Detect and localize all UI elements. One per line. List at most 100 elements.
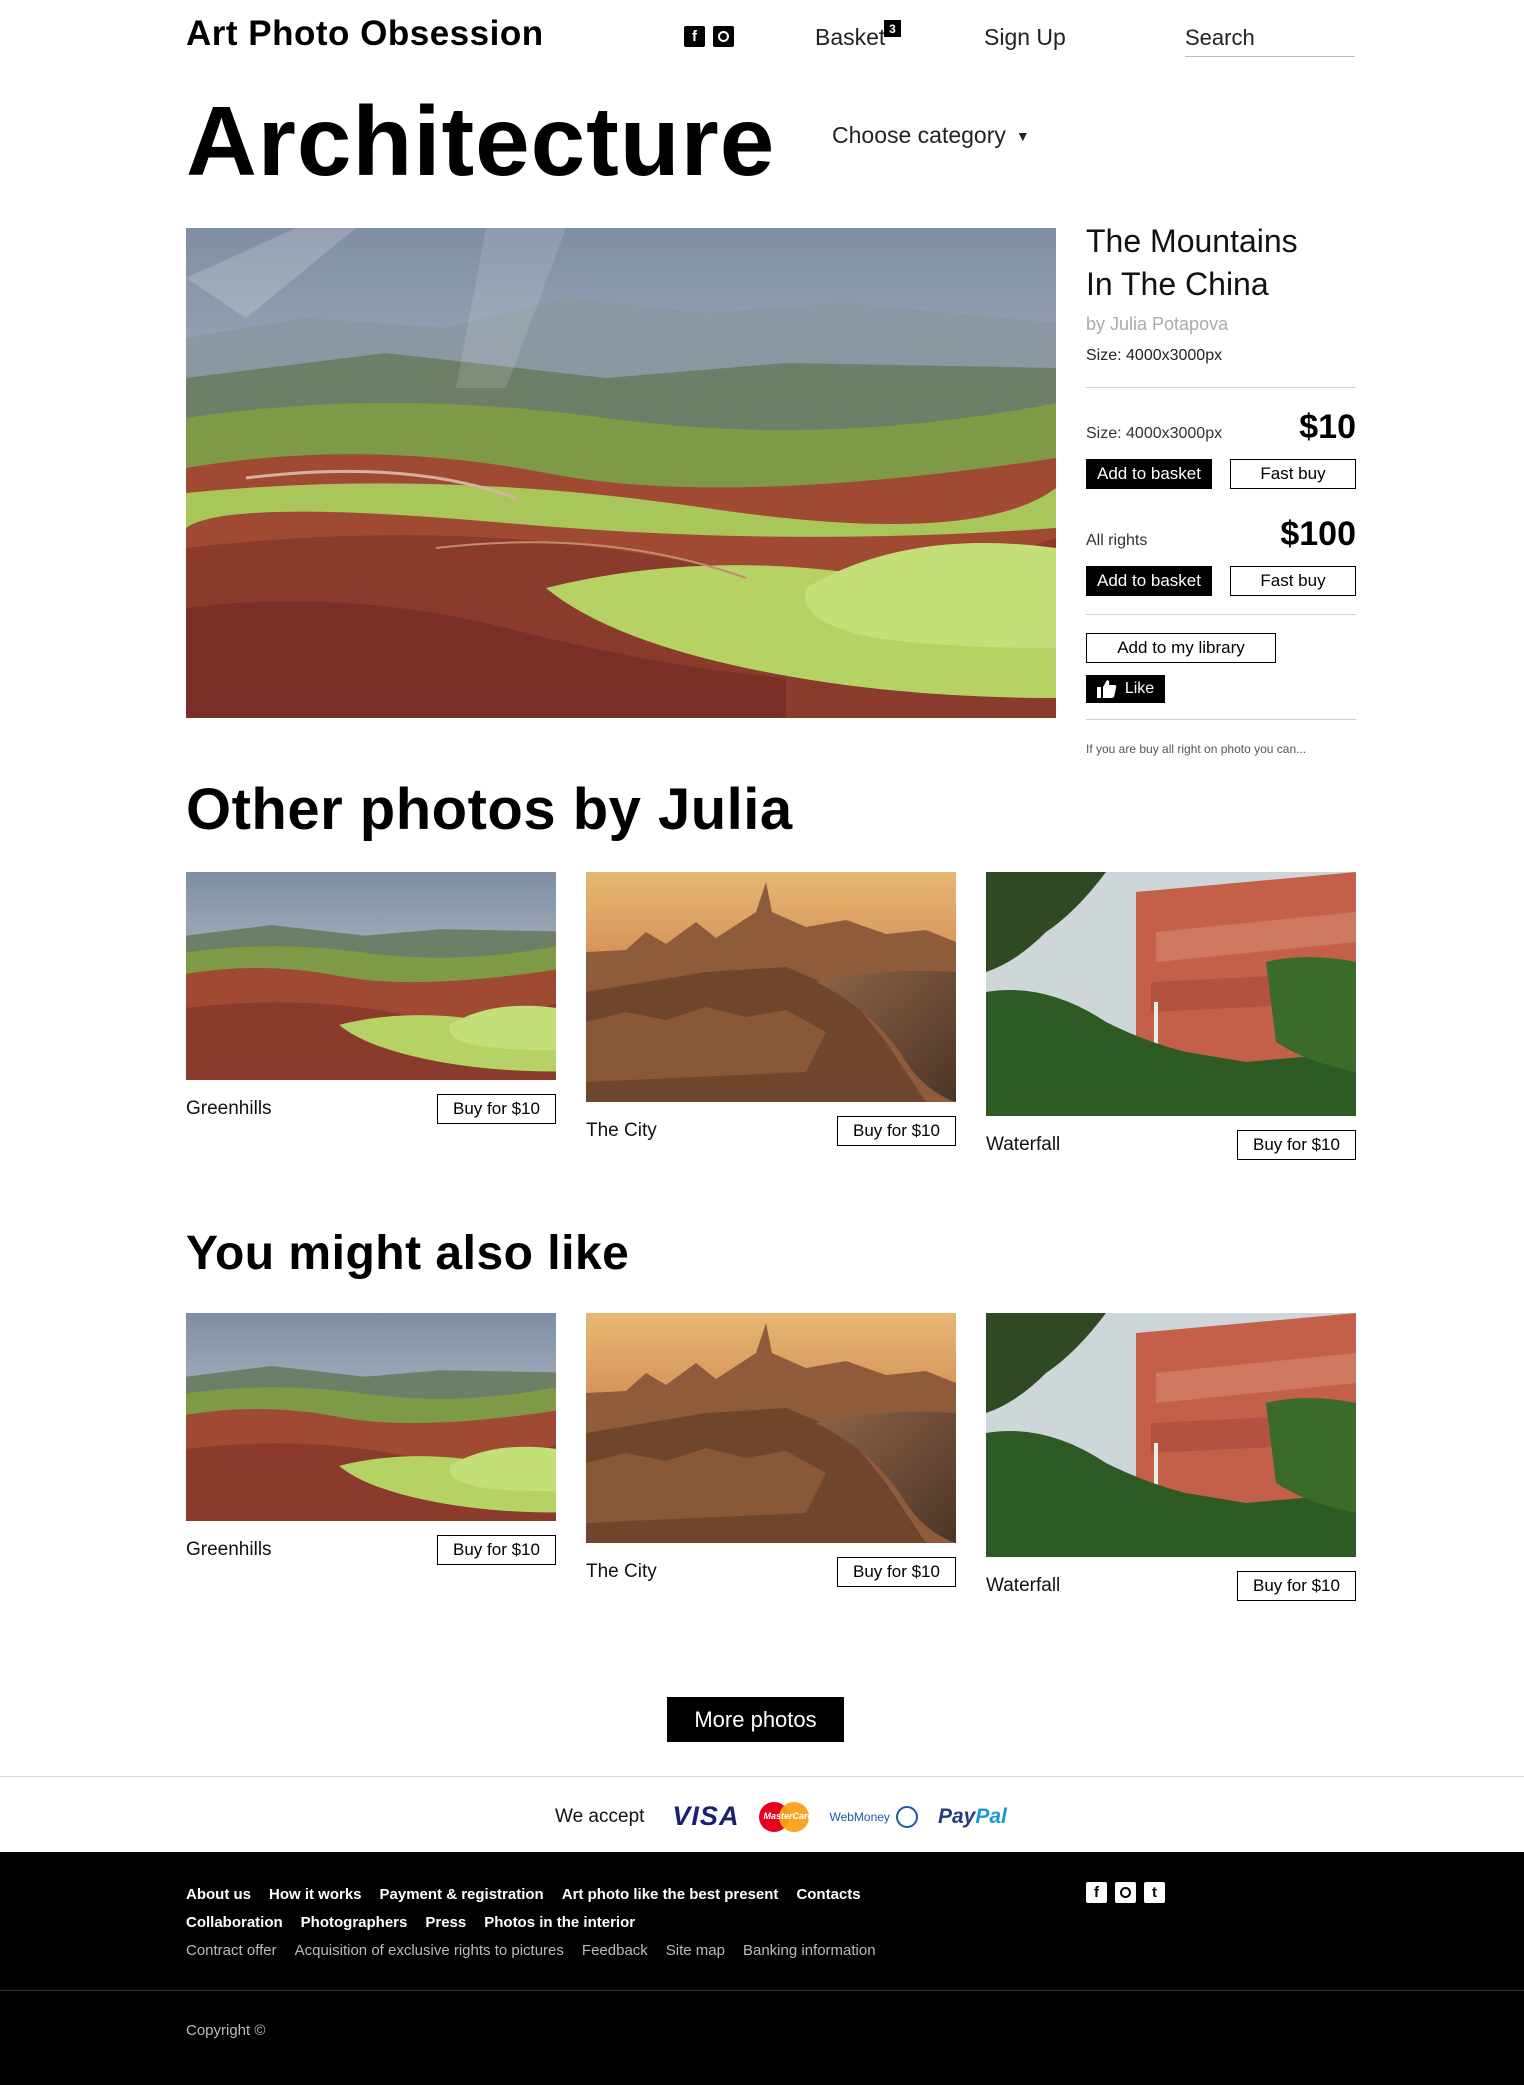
facebook-icon[interactable]: f bbox=[1086, 1882, 1107, 1903]
footer-links-primary: About us How it works Payment & registra… bbox=[186, 1886, 861, 1903]
greenhills-image[interactable] bbox=[186, 872, 556, 1080]
photo-name[interactable]: Greenhills bbox=[186, 1539, 272, 1561]
site-footer: About us How it works Payment & registra… bbox=[0, 1852, 1524, 2085]
payment-methods: We accept VISA MasterCard WebMoney PayPa… bbox=[555, 1801, 1007, 1832]
webmoney-logo: WebMoney bbox=[829, 1805, 918, 1828]
price-value: $10 bbox=[1299, 408, 1356, 446]
footer-social-links: f t bbox=[1086, 1882, 1165, 1903]
category-label: Choose category bbox=[832, 122, 1006, 148]
price-option-actions: Add to basket Fast buy bbox=[1086, 566, 1356, 596]
footer-link[interactable]: Photos in the interior bbox=[484, 1914, 635, 1931]
footer-link[interactable]: About us bbox=[186, 1886, 251, 1903]
footer-link[interactable]: Banking information bbox=[743, 1942, 876, 1959]
payment-methods-bar: We accept VISA MasterCard WebMoney PayPa… bbox=[0, 1776, 1524, 1852]
waterfall-image[interactable] bbox=[986, 872, 1356, 1116]
footer-link[interactable]: Feedback bbox=[582, 1942, 648, 1959]
footer-link[interactable]: Payment & registration bbox=[380, 1886, 544, 1903]
buy-button[interactable]: Buy for $10 bbox=[437, 1094, 556, 1124]
photo-card: Greenhills Buy for $10 bbox=[186, 872, 556, 1124]
like-button[interactable]: Like bbox=[1086, 675, 1165, 703]
site-logo[interactable]: Art Photo Obsession bbox=[186, 14, 544, 54]
tumblr-icon[interactable]: t bbox=[1144, 1882, 1165, 1903]
card-footer: Greenhills Buy for $10 bbox=[186, 1535, 556, 1565]
photo-name[interactable]: The City bbox=[586, 1120, 657, 1142]
copyright: Copyright © bbox=[186, 2022, 266, 2039]
footer-link[interactable]: Press bbox=[425, 1914, 466, 1931]
footer-link[interactable]: Contract offer bbox=[186, 1942, 277, 1959]
photo-card: Waterfall Buy for $10 bbox=[986, 872, 1356, 1160]
divider bbox=[1086, 614, 1356, 615]
photo-name[interactable]: The City bbox=[586, 1561, 657, 1583]
mastercard-logo: MasterCard bbox=[759, 1801, 813, 1832]
buy-button[interactable]: Buy for $10 bbox=[837, 1116, 956, 1146]
other-photos-title: Other photos by Julia bbox=[186, 777, 793, 842]
card-footer: Waterfall Buy for $10 bbox=[986, 1130, 1356, 1160]
add-to-basket-button[interactable]: Add to basket bbox=[1086, 566, 1212, 596]
footer-link[interactable]: Photographers bbox=[301, 1914, 408, 1931]
instagram-icon[interactable] bbox=[713, 26, 734, 47]
city-image[interactable] bbox=[586, 1313, 956, 1543]
paypal-logo: PayPal bbox=[937, 1804, 1007, 1828]
more-photos-button[interactable]: More photos bbox=[667, 1697, 844, 1742]
card-footer: Waterfall Buy for $10 bbox=[986, 1571, 1356, 1601]
footer-link[interactable]: Collaboration bbox=[186, 1914, 283, 1931]
recommended-title: You might also like bbox=[186, 1227, 630, 1280]
globe-icon bbox=[895, 1805, 918, 1828]
price-option-actions: Add to basket Fast buy bbox=[1086, 459, 1356, 489]
photo-author[interactable]: by Julia Potapova bbox=[1086, 314, 1356, 335]
price-value: $100 bbox=[1280, 515, 1356, 553]
we-accept-label: We accept bbox=[555, 1805, 645, 1827]
footer-link[interactable]: Art photo like the best present bbox=[562, 1886, 779, 1903]
photo-card: The City Buy for $10 bbox=[586, 872, 956, 1146]
landscape-image bbox=[186, 228, 1056, 718]
visa-logo: VISA bbox=[672, 1801, 740, 1831]
basket-count-badge: 3 bbox=[884, 20, 901, 37]
main-photo[interactable] bbox=[186, 228, 1056, 718]
chevron-down-icon: ▼ bbox=[1015, 127, 1030, 144]
photo-title-line-2: In The China bbox=[1086, 266, 1269, 302]
category-dropdown[interactable]: Choose category ▼ bbox=[832, 122, 1030, 149]
add-to-basket-button[interactable]: Add to basket bbox=[1086, 459, 1212, 489]
photo-card: The City Buy for $10 bbox=[586, 1313, 956, 1587]
photo-name[interactable]: Greenhills bbox=[186, 1098, 272, 1120]
card-footer: The City Buy for $10 bbox=[586, 1557, 956, 1587]
buy-button[interactable]: Buy for $10 bbox=[437, 1535, 556, 1565]
page-title: Architecture bbox=[186, 86, 776, 196]
footer-link[interactable]: How it works bbox=[269, 1886, 362, 1903]
buy-button[interactable]: Buy for $10 bbox=[837, 1557, 956, 1587]
greenhills-image[interactable] bbox=[186, 1313, 556, 1521]
city-image[interactable] bbox=[586, 872, 956, 1102]
instagram-icon[interactable] bbox=[1115, 1882, 1136, 1903]
photo-size: Size: 4000x3000px bbox=[1086, 347, 1223, 364]
fast-buy-button[interactable]: Fast buy bbox=[1230, 566, 1356, 596]
header-social-links: f bbox=[684, 26, 734, 47]
divider bbox=[1086, 387, 1356, 388]
add-to-library-button[interactable]: Add to my library bbox=[1086, 633, 1276, 663]
buy-button[interactable]: Buy for $10 bbox=[1237, 1130, 1356, 1160]
footer-link[interactable]: Site map bbox=[666, 1942, 725, 1959]
recommended-grid: Greenhills Buy for $10 The City Buy for … bbox=[186, 1313, 1356, 1601]
buy-button[interactable]: Buy for $10 bbox=[1237, 1571, 1356, 1601]
price-option-size: Size: 4000x3000px $10 bbox=[1086, 408, 1356, 447]
site-header: Art Photo Obsession f Basket 3 Sign Up bbox=[0, 0, 1524, 70]
rights-note: If you are buy all right on photo you ca… bbox=[1086, 742, 1307, 756]
footer-links-tertiary: Contract offer Acquisition of exclusive … bbox=[186, 1942, 876, 1959]
card-footer: The City Buy for $10 bbox=[586, 1116, 956, 1146]
photo-details-panel: The Mountains In The China by Julia Pota… bbox=[1086, 220, 1356, 756]
like-label: Like bbox=[1124, 680, 1155, 697]
signup-link[interactable]: Sign Up bbox=[984, 24, 1066, 51]
other-photos-grid: Greenhills Buy for $10 The City Buy for … bbox=[186, 872, 1356, 1160]
search-input[interactable] bbox=[1185, 20, 1355, 57]
photo-card: Greenhills Buy for $10 bbox=[186, 1313, 556, 1565]
photo-name[interactable]: Waterfall bbox=[986, 1575, 1060, 1597]
footer-link[interactable]: Contacts bbox=[796, 1886, 860, 1903]
card-footer: Greenhills Buy for $10 bbox=[186, 1094, 556, 1124]
basket-link[interactable]: Basket bbox=[815, 24, 885, 51]
facebook-icon[interactable]: f bbox=[684, 26, 705, 47]
photo-title-line-1: The Mountains bbox=[1086, 223, 1298, 259]
fast-buy-button[interactable]: Fast buy bbox=[1230, 459, 1356, 489]
footer-link[interactable]: Acquisition of exclusive rights to pictu… bbox=[295, 1942, 564, 1959]
footer-links-secondary: Collaboration Photographers Press Photos… bbox=[186, 1914, 635, 1931]
waterfall-image[interactable] bbox=[986, 1313, 1356, 1557]
photo-name[interactable]: Waterfall bbox=[986, 1134, 1060, 1156]
